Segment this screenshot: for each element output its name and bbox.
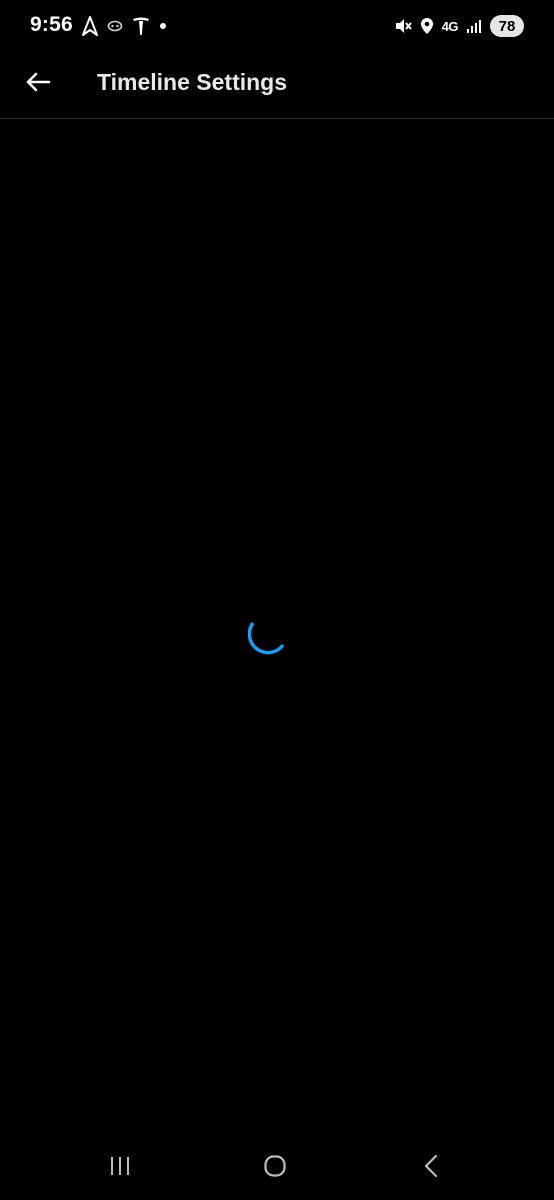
system-back-button[interactable] xyxy=(407,1152,455,1184)
back-icon xyxy=(423,1154,439,1183)
home-icon xyxy=(263,1154,287,1183)
status-notification-icons xyxy=(82,14,167,38)
recents-button[interactable] xyxy=(96,1152,144,1184)
status-bar: 9:56 4G 78 xyxy=(0,0,554,52)
location-icon xyxy=(420,17,434,35)
home-button[interactable] xyxy=(251,1152,299,1184)
mute-icon xyxy=(394,17,412,35)
tesla-icon xyxy=(132,16,150,36)
page-title: Timeline Settings xyxy=(97,69,288,95)
system-nav-bar xyxy=(0,1140,554,1200)
status-time: 9:56 xyxy=(30,13,73,36)
notification-dot-icon xyxy=(159,22,167,30)
network-4g-icon: 4G xyxy=(441,18,459,34)
app-header: Timeline Settings xyxy=(0,52,554,119)
signal-icon xyxy=(466,18,482,34)
status-system-icons: 4G 78 xyxy=(394,12,524,40)
back-arrow-icon xyxy=(25,71,51,98)
loading-spinner xyxy=(247,616,288,656)
battery-indicator: 78 xyxy=(490,15,524,37)
game-controller-icon xyxy=(107,19,123,33)
recents-icon xyxy=(109,1156,131,1181)
navigation-arrow-icon xyxy=(82,16,98,36)
back-button[interactable] xyxy=(16,62,60,106)
